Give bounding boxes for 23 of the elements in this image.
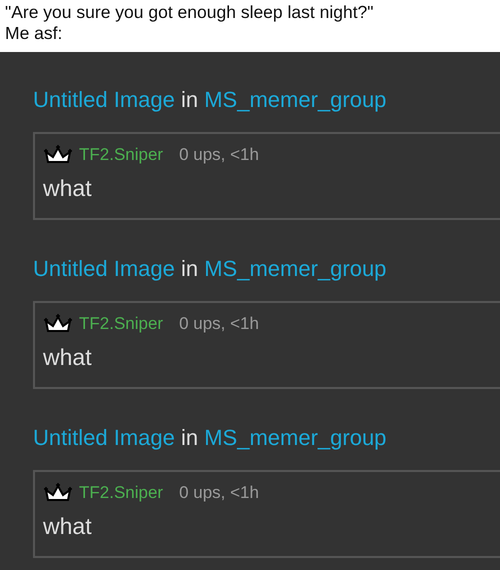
username-link[interactable]: TF2.Sniper — [79, 314, 164, 334]
group-link[interactable]: MS_memer_group — [204, 425, 386, 450]
post-link[interactable]: Untitled Image — [33, 87, 175, 112]
post-link[interactable]: Untitled Image — [33, 256, 175, 281]
group-link[interactable]: MS_memer_group — [204, 87, 386, 112]
group-link[interactable]: MS_memer_group — [204, 256, 386, 281]
comment-heading: Untitled Image in MS_memer_group — [33, 86, 386, 114]
comment-text: what — [43, 512, 92, 541]
username-link[interactable]: TF2.Sniper — [79, 483, 164, 503]
comment-text: what — [43, 174, 92, 203]
comment-meta: 0 ups, <1h — [179, 483, 259, 503]
crown-icon — [43, 314, 73, 334]
comment-heading: Untitled Image in MS_memer_group — [33, 255, 386, 283]
comment-heading: Untitled Image in MS_memer_group — [33, 424, 386, 452]
comment-text: what — [43, 343, 92, 372]
comment-meta: 0 ups, <1h — [179, 314, 259, 334]
caption-line: Me asf: — [5, 23, 62, 44]
crown-icon — [43, 145, 73, 165]
crown-icon — [43, 483, 73, 503]
comment-meta: 0 ups, <1h — [179, 145, 259, 165]
username-link[interactable]: TF2.Sniper — [79, 145, 164, 165]
post-link[interactable]: Untitled Image — [33, 425, 175, 450]
caption-line: "Are you sure you got enough sleep last night?" — [5, 2, 374, 23]
